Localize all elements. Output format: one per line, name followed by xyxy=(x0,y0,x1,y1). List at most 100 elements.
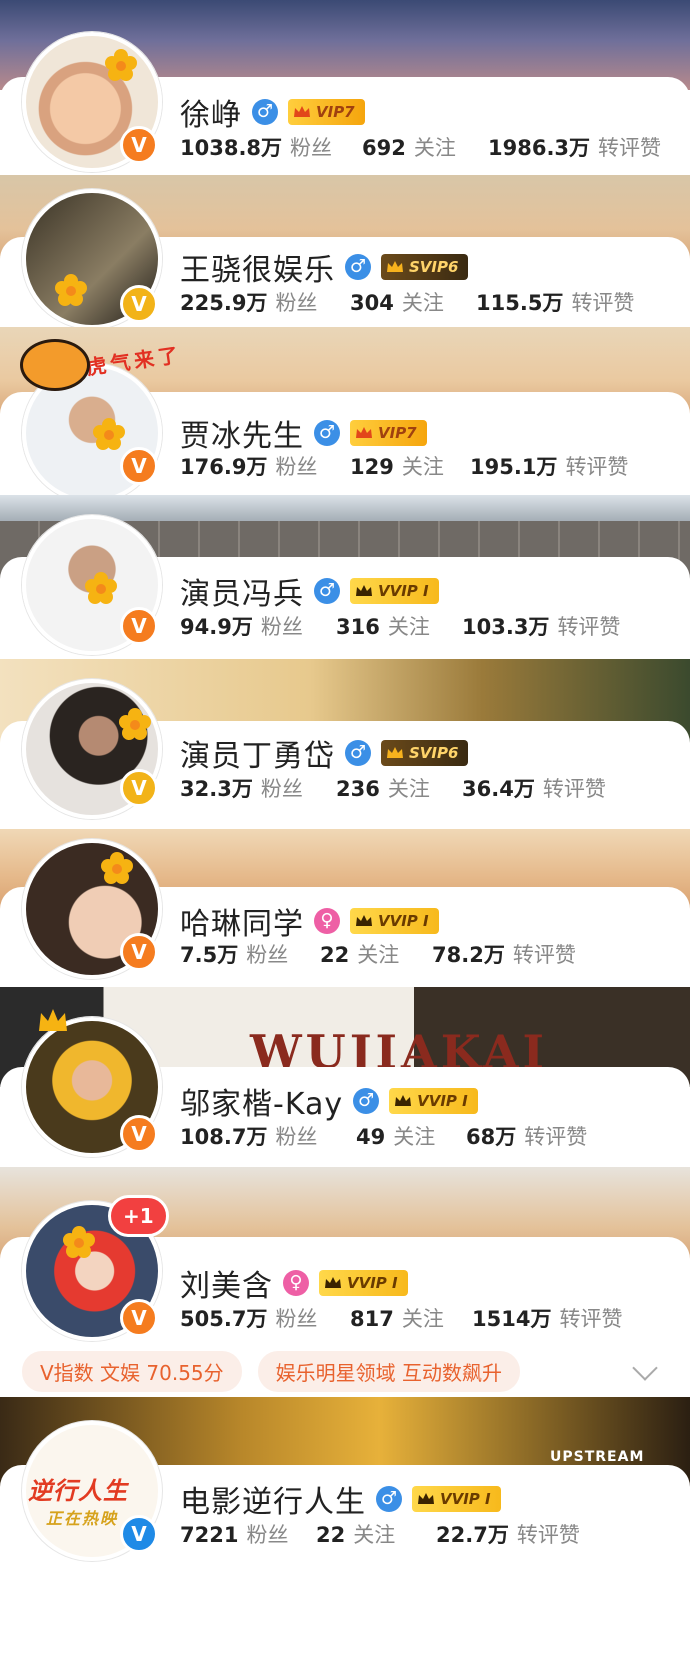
verified-icon: V xyxy=(120,126,158,164)
stats-row: 1038.8万 粉丝 692 关注 1986.3万 转评赞 xyxy=(180,132,680,162)
banner-text: UPSTREAM xyxy=(550,1449,645,1465)
user-name[interactable]: 演员冯兵 xyxy=(180,569,304,613)
male-icon: ♂ xyxy=(252,99,278,125)
user-card[interactable]: WUJIAKAI V 邬家楷-Kay ♂ VVIP I 108.7万 粉丝 49 关… xyxy=(0,987,690,1167)
male-icon: ♂ xyxy=(314,420,340,446)
vip-badge[interactable]: SVIP6 xyxy=(381,740,469,766)
likes-stat: 103.3万 转评赞 xyxy=(462,615,621,639)
male-icon: ♂ xyxy=(314,578,340,604)
user-name[interactable]: 王骁很娱乐 xyxy=(180,245,335,289)
fans-stat[interactable]: 7.5万 粉丝 xyxy=(180,939,320,969)
follow-stat[interactable]: 22 关注 xyxy=(316,1519,436,1549)
fans-stat[interactable]: 7221 粉丝 xyxy=(180,1519,316,1549)
user-card[interactable]: UPSTREAM 逆行人生 正在热映 V 电影逆行人生 ♂ VVIP I 722… xyxy=(0,1397,690,1670)
vip-badge[interactable]: VVIP I xyxy=(389,1088,478,1114)
user-card[interactable]: V 王骁很娱乐 ♂ SVIP6 225.9万 粉丝 304 关注 115.5万 转评赞 xyxy=(0,175,690,327)
likes-stat: 22.7万 转评赞 xyxy=(436,1523,580,1547)
follow-stat[interactable]: 236 关注 xyxy=(336,773,462,803)
vip-badge[interactable]: VVIP I xyxy=(350,578,439,604)
user-card[interactable]: V 演员丁勇岱 ♂ SVIP6 32.3万 粉丝 236 关注 36.4万 转评赞 xyxy=(0,659,690,829)
verified-icon: V xyxy=(120,1299,158,1337)
notification-badge[interactable]: +1 xyxy=(108,1195,169,1237)
name-row: 王骁很娱乐 ♂ SVIP6 xyxy=(180,245,469,289)
user-name[interactable]: 徐峥 xyxy=(180,90,242,134)
vip-badge[interactable]: SVIP6 xyxy=(381,254,469,280)
fans-stat[interactable]: 32.3万 粉丝 xyxy=(180,773,336,803)
verified-icon: V xyxy=(120,607,158,645)
vip-badge[interactable]: VVIP I xyxy=(412,1486,501,1512)
user-card[interactable]: V 徐峥 ♂ VIP7 1038.8万 粉丝 692 关注 1986.3万 转评赞 xyxy=(0,0,690,175)
follow-stat[interactable]: 817 关注 xyxy=(350,1303,472,1333)
fans-stat[interactable]: 94.9万 粉丝 xyxy=(180,611,336,641)
user-card[interactable]: 虎气来了 V 贾冰先生 ♂ VIP7 176.9万 粉丝 129 关注 195.1万… xyxy=(0,327,690,495)
stats-row: 225.9万 粉丝 304 关注 115.5万 转评赞 xyxy=(180,287,680,317)
vip-badge[interactable]: VIP7 xyxy=(288,99,365,125)
follow-stat[interactable]: 316 关注 xyxy=(336,611,462,641)
stats-row: 108.7万 粉丝 49 关注 68万 转评赞 xyxy=(180,1121,680,1151)
follow-stat[interactable]: 692 关注 xyxy=(362,132,488,162)
fans-stat[interactable]: 108.7万 粉丝 xyxy=(180,1121,356,1151)
user-name[interactable]: 刘美含 xyxy=(180,1261,273,1305)
name-row: 演员冯兵 ♂ VVIP I xyxy=(180,569,439,613)
follow-stat[interactable]: 129 关注 xyxy=(350,451,470,481)
avatar-title: 逆行人生 xyxy=(28,1476,128,1505)
vip-badge[interactable]: VIP7 xyxy=(350,420,427,446)
user-name[interactable]: 哈琳同学 xyxy=(180,899,304,943)
crown-icon xyxy=(387,261,403,272)
flower-icon xyxy=(104,48,138,82)
likes-stat: 195.1万 转评赞 xyxy=(470,455,629,479)
likes-stat: 78.2万 转评赞 xyxy=(432,943,576,967)
flower-icon xyxy=(54,273,88,307)
user-name[interactable]: 邬家楷-Kay xyxy=(180,1079,343,1123)
male-icon: ♂ xyxy=(345,740,371,766)
name-row: 哈琳同学 ♀ VVIP I xyxy=(180,899,439,943)
v-index-tag[interactable]: V指数 文娱 70.55分 xyxy=(22,1351,242,1392)
flower-icon xyxy=(100,851,134,885)
fans-stat[interactable]: 505.7万 粉丝 xyxy=(180,1303,350,1333)
likes-stat: 1986.3万 转评赞 xyxy=(488,136,662,160)
male-icon: ♂ xyxy=(353,1088,380,1114)
user-card[interactable]: V 哈琳同学 ♀ VVIP I 7.5万 粉丝 22 关注 78.2万 转评赞 xyxy=(0,829,690,987)
vip-badge[interactable]: VVIP I xyxy=(350,908,439,934)
fans-stat[interactable]: 1038.8万 粉丝 xyxy=(180,132,362,162)
domain-tag[interactable]: 娱乐明星领域 互动数飙升 xyxy=(257,1351,521,1392)
stats-row: 505.7万 粉丝 817 关注 1514万 转评赞 xyxy=(180,1303,680,1333)
name-row: 徐峥 ♂ VIP7 xyxy=(180,90,365,134)
verified-icon: V xyxy=(120,933,158,971)
verified-icon: V xyxy=(120,1115,158,1153)
verified-icon: V xyxy=(120,447,158,485)
user-card[interactable]: V 演员冯兵 ♂ VVIP I 94.9万 粉丝 316 关注 103.3万 转评赞 xyxy=(0,495,690,659)
user-name[interactable]: 电影逆行人生 xyxy=(180,1477,366,1521)
fans-stat[interactable]: 225.9万 粉丝 xyxy=(180,287,350,317)
name-row: 刘美含 ♀ VVIP I xyxy=(180,1261,408,1305)
likes-stat: 1514万 转评赞 xyxy=(472,1307,623,1331)
follow-stat[interactable]: 49 关注 xyxy=(356,1121,466,1151)
crown-icon xyxy=(395,1095,412,1106)
vip-badge[interactable]: VVIP I xyxy=(319,1270,408,1296)
flower-icon xyxy=(118,707,152,741)
stats-row: 32.3万 粉丝 236 关注 36.4万 转评赞 xyxy=(180,773,680,803)
chevron-down-icon[interactable] xyxy=(632,1354,658,1381)
likes-stat: 36.4万 转评赞 xyxy=(462,777,606,801)
user-name[interactable]: 贾冰先生 xyxy=(180,411,304,455)
likes-stat: 115.5万 转评赞 xyxy=(476,291,635,315)
flower-icon xyxy=(62,1225,96,1259)
user-card[interactable]: +1 V 刘美含 ♀ VVIP I 505.7万 粉丝 817 关注 1514万 转评… xyxy=(0,1167,690,1397)
crown-icon xyxy=(356,915,372,926)
male-icon: ♂ xyxy=(376,1486,402,1512)
verified-icon: V xyxy=(120,285,158,323)
flower-icon xyxy=(92,417,126,451)
name-row: 贾冰先生 ♂ VIP7 xyxy=(180,411,427,455)
follow-stat[interactable]: 304 关注 xyxy=(350,287,476,317)
user-name[interactable]: 演员丁勇岱 xyxy=(180,731,335,775)
avatar-subtitle: 正在热映 xyxy=(46,1509,119,1528)
fans-stat[interactable]: 176.9万 粉丝 xyxy=(180,451,350,481)
crown-sticker-icon xyxy=(36,1005,70,1039)
name-row: 邬家楷-Kay ♂ VVIP I xyxy=(180,1079,478,1123)
stats-row: 7.5万 粉丝 22 关注 78.2万 转评赞 xyxy=(180,939,680,969)
stats-row: 94.9万 粉丝 316 关注 103.3万 转评赞 xyxy=(180,611,680,641)
flower-icon xyxy=(84,571,118,605)
crown-icon xyxy=(325,1277,341,1288)
crown-icon xyxy=(356,585,372,596)
follow-stat[interactable]: 22 关注 xyxy=(320,939,432,969)
